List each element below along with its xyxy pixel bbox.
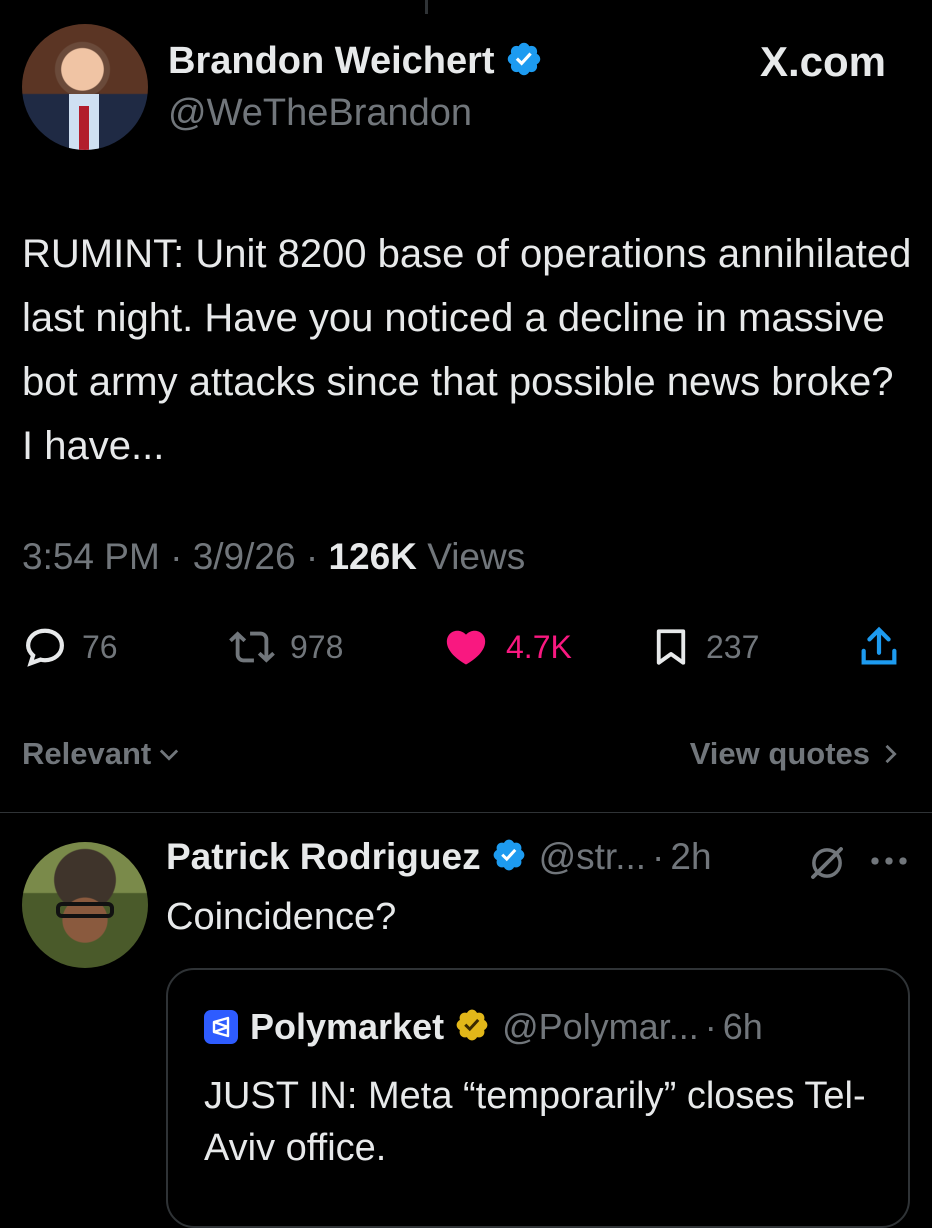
reply-time[interactable]: 2h: [670, 836, 711, 878]
views-count: 126K: [328, 536, 417, 577]
sort-relevant-dropdown[interactable]: Relevant: [22, 736, 183, 772]
quote-text: JUST IN: Meta “temporarily” closes Tel-A…: [204, 1075, 866, 1169]
reply-avatar[interactable]: [22, 842, 148, 968]
repost-button[interactable]: 978: [228, 624, 343, 670]
meta-separator: ·: [305, 536, 329, 577]
reply-count: 76: [82, 628, 118, 665]
author-handle[interactable]: @WeTheBrandon: [168, 92, 472, 135]
polymarket-logo-icon: [204, 1010, 238, 1044]
divider: [0, 812, 932, 813]
meta-separator: ·: [652, 836, 665, 877]
verified-badge-icon: [491, 837, 527, 878]
meta-separator: ·: [170, 536, 193, 577]
reply-header: Patrick Rodriguez @str... · 2h: [166, 836, 712, 878]
sort-label: Relevant: [22, 736, 152, 771]
tweet-text: RUMINT: Unit 8200 base of operations ann…: [22, 232, 912, 468]
share-button[interactable]: [856, 624, 902, 670]
bookmark-button[interactable]: 237: [650, 624, 759, 670]
tweet-meta: 3:54 PM · 3/9/26 · 126K Views: [22, 536, 525, 578]
views-label: Views: [427, 536, 526, 577]
heart-icon: [446, 630, 486, 665]
reply-author-handle[interactable]: @str...: [539, 836, 646, 878]
view-quotes-label: View quotes: [689, 736, 870, 771]
bookmark-icon: [656, 629, 686, 665]
repost-count: 978: [290, 628, 344, 665]
chevron-down-icon: [160, 749, 179, 761]
author-name[interactable]: Brandon Weichert: [168, 40, 495, 83]
tweet-time[interactable]: 3:54 PM: [22, 536, 160, 577]
quote-author-name: Polymarket: [250, 1006, 445, 1047]
thread-connector-line: [425, 0, 428, 14]
reply-author-name[interactable]: Patrick Rodriguez: [166, 836, 481, 878]
grok-icon[interactable]: [806, 842, 848, 889]
chevron-right-icon: [885, 744, 897, 764]
gold-verified-badge-icon: [454, 1007, 490, 1048]
like-count: 4.7K: [506, 628, 572, 665]
author-name-row: Brandon Weichert: [168, 40, 543, 83]
reply-button[interactable]: 76: [22, 624, 118, 670]
verified-badge-icon: [505, 40, 543, 83]
bookmark-count: 237: [706, 628, 760, 665]
more-icon[interactable]: [868, 846, 910, 881]
quote-time: 6h: [722, 1006, 763, 1047]
view-quotes-link[interactable]: View quotes: [690, 736, 904, 772]
source-label: X.com: [759, 38, 886, 85]
avatar[interactable]: [22, 24, 148, 150]
avatar-tie: [79, 106, 89, 150]
repost-icon: [229, 631, 275, 663]
meta-separator: ·: [704, 1006, 717, 1047]
share-icon: [861, 626, 897, 665]
reply-text: Coincidence?: [166, 896, 397, 938]
quote-header: Polymarket @Polymar... · 6h: [204, 1006, 763, 1048]
tweet-date[interactable]: 3/9/26: [193, 536, 296, 577]
reply-icon: [26, 628, 64, 667]
like-button[interactable]: 4.7K: [440, 624, 572, 670]
quote-author-handle: @Polymar...: [502, 1006, 699, 1047]
avatar-glasses: [56, 902, 114, 918]
